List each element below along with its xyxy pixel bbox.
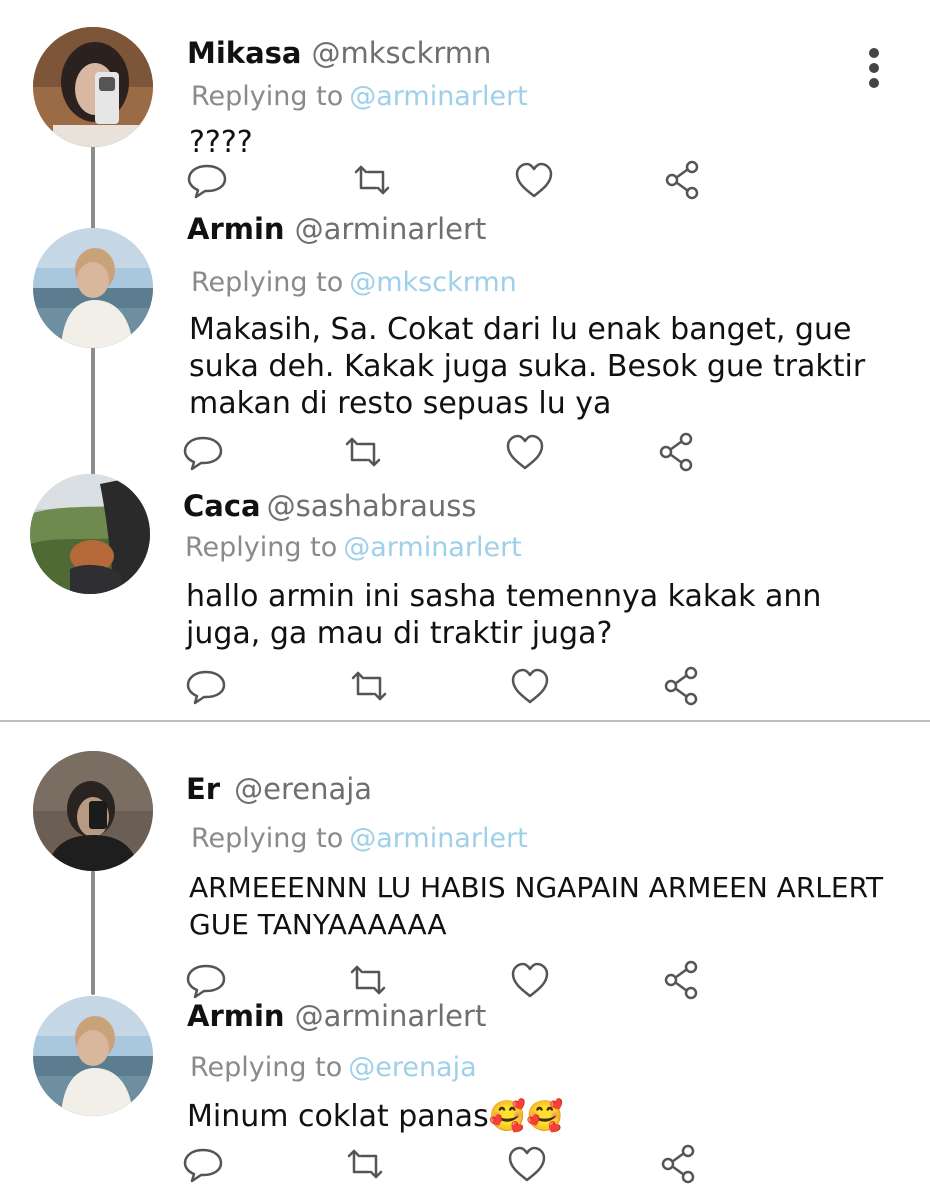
user-handle[interactable]: @arminarlert	[295, 212, 487, 246]
thread-divider	[0, 720, 930, 722]
display-name[interactable]: Er	[186, 772, 220, 806]
share-icon[interactable]	[661, 158, 705, 202]
reply-icon[interactable]	[185, 158, 229, 202]
display-name[interactable]: Mikasa	[187, 36, 302, 70]
user-handle[interactable]: @sashabrauss	[267, 489, 477, 523]
reply-icon[interactable]	[184, 958, 228, 1002]
display-name[interactable]: Armin	[187, 999, 285, 1033]
tweet-actions	[181, 430, 701, 474]
tweet-text: hallo armin ini sasha temennya kakak ann…	[186, 579, 822, 651]
thread-connector-line	[91, 870, 95, 995]
armin-avatar-image	[33, 996, 153, 1116]
replying-to-mention[interactable]: @arminarlert	[343, 532, 522, 563]
share-icon[interactable]	[655, 430, 699, 474]
tweet-actions	[184, 958, 704, 1002]
share-icon[interactable]	[660, 958, 704, 1002]
avatar[interactable]	[33, 996, 153, 1116]
replying-to-line: Replying to @mksckrmn	[191, 266, 517, 300]
tweet-actions	[185, 158, 705, 202]
replying-to-label: Replying to	[185, 532, 338, 563]
reply-icon[interactable]	[181, 1142, 225, 1186]
tweet-header: Er @erenaja	[186, 771, 372, 807]
heart-icon[interactable]	[508, 958, 552, 1002]
replying-to-label: Replying to	[191, 267, 344, 298]
replying-to-mention[interactable]: @erenaja	[348, 1052, 476, 1083]
avatar[interactable]	[30, 474, 150, 594]
tweet-actions	[181, 1142, 701, 1186]
heart-icon[interactable]	[512, 158, 556, 202]
retweet-icon[interactable]	[350, 158, 394, 202]
replying-to-mention[interactable]: @arminarlert	[349, 823, 528, 854]
display-name[interactable]: Armin	[187, 212, 285, 246]
retweet-icon[interactable]	[347, 664, 391, 708]
thread-connector-line	[91, 145, 95, 233]
replying-to-line: Replying to @arminarlert	[191, 80, 528, 114]
avatar[interactable]	[33, 27, 153, 147]
user-handle[interactable]: @arminarlert	[295, 999, 487, 1033]
tweet-text: Minum coklat panas🥰🥰	[187, 1099, 564, 1134]
tweet-header: Caca @sashabrauss	[183, 488, 476, 524]
user-handle[interactable]: @erenaja	[234, 772, 372, 806]
heart-icon[interactable]	[508, 664, 552, 708]
retweet-icon[interactable]	[341, 430, 385, 474]
avatar[interactable]	[33, 228, 153, 348]
replying-to-line: Replying to @arminarlert	[185, 531, 522, 565]
share-icon[interactable]	[660, 664, 704, 708]
replying-to-line: Replying to @erenaja	[190, 1051, 477, 1085]
display-name[interactable]: Caca	[183, 489, 261, 523]
tweet-header: Armin @arminarlert	[187, 211, 486, 247]
heart-icon[interactable]	[503, 430, 547, 474]
retweet-icon[interactable]	[343, 1142, 387, 1186]
mikasa-avatar-image	[33, 27, 153, 147]
replying-to-label: Replying to	[191, 823, 344, 854]
tweet-text: ????	[189, 125, 253, 160]
replying-to-label: Replying to	[191, 81, 344, 112]
reply-icon[interactable]	[181, 430, 225, 474]
avatar[interactable]	[33, 751, 153, 871]
share-icon[interactable]	[657, 1142, 701, 1186]
user-handle[interactable]: @mksckrmn	[312, 36, 492, 70]
replying-to-label: Replying to	[190, 1052, 343, 1083]
caca-avatar-image	[30, 474, 150, 594]
reply-icon[interactable]	[184, 664, 228, 708]
tweet-actions	[184, 664, 704, 708]
heart-icon[interactable]	[505, 1142, 549, 1186]
thread-connector-line	[91, 345, 95, 475]
er-avatar-image	[33, 751, 153, 871]
more-vertical-icon[interactable]	[862, 46, 886, 90]
tweet-header: Mikasa @mksckrmn	[187, 35, 491, 71]
replying-to-mention[interactable]: @arminarlert	[349, 81, 528, 112]
armin-avatar-image	[33, 228, 153, 348]
replying-to-line: Replying to @arminarlert	[191, 822, 528, 856]
replying-to-mention[interactable]: @mksckrmn	[349, 267, 517, 298]
tweet-header: Armin @arminarlert	[187, 998, 486, 1034]
tweet-text: Makasih, Sa. Cokat dari lu enak banget, …	[189, 312, 866, 421]
tweet-text: ARMEEENNN LU HABIS NGAPAIN ARMEEN ARLERT…	[189, 871, 884, 941]
retweet-icon[interactable]	[346, 958, 390, 1002]
